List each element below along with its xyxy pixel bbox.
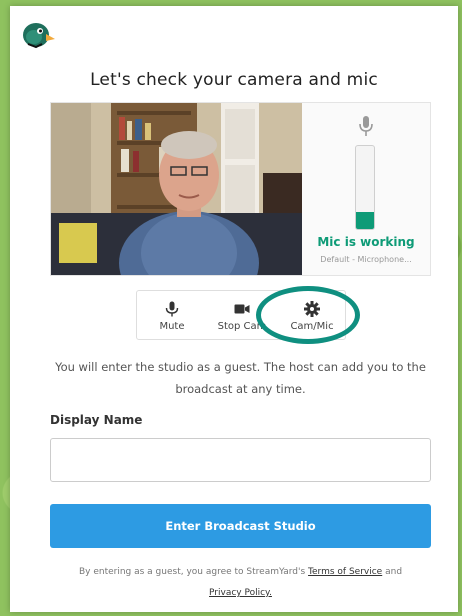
guest-setup-card: Let's check your camera and mic Mic is w…: [10, 6, 458, 612]
mic-icon: [165, 301, 179, 317]
mute-button[interactable]: Mute: [137, 291, 207, 339]
mute-label: Mute: [159, 321, 185, 332]
terms-text: By entering as a guest, you agree to Str…: [50, 562, 431, 604]
display-name-input[interactable]: [50, 438, 431, 482]
mic-level-panel: Mic is working Default - Microphone...: [302, 103, 430, 275]
camera-preview-video: [51, 103, 302, 275]
display-name-label: Display Name: [50, 413, 143, 427]
guest-notice: You will enter the studio as a guest. Th…: [55, 360, 426, 396]
mic-level-meter: [355, 145, 375, 230]
mic-status-text: Mic is working: [317, 235, 415, 249]
highlight-circle: [256, 286, 360, 344]
terms-prefix: By entering as a guest, you agree to Str…: [78, 567, 306, 577]
mic-device-name: Default - Microphone...: [320, 255, 412, 264]
page-title: Let's check your camera and mic: [90, 70, 378, 90]
camera-icon: [234, 304, 250, 314]
mic-level-fill: [356, 212, 374, 229]
privacy-policy-link[interactable]: Privacy Policy.: [209, 588, 272, 598]
terms-and: and: [385, 567, 403, 577]
streamyard-logo-icon: [23, 23, 55, 49]
terms-of-service-link[interactable]: Terms of Service: [308, 567, 382, 577]
microphone-icon: [359, 116, 373, 136]
enter-broadcast-studio-button[interactable]: Enter Broadcast Studio: [50, 504, 431, 548]
camera-mic-preview: Mic is working Default - Microphone...: [50, 102, 431, 276]
